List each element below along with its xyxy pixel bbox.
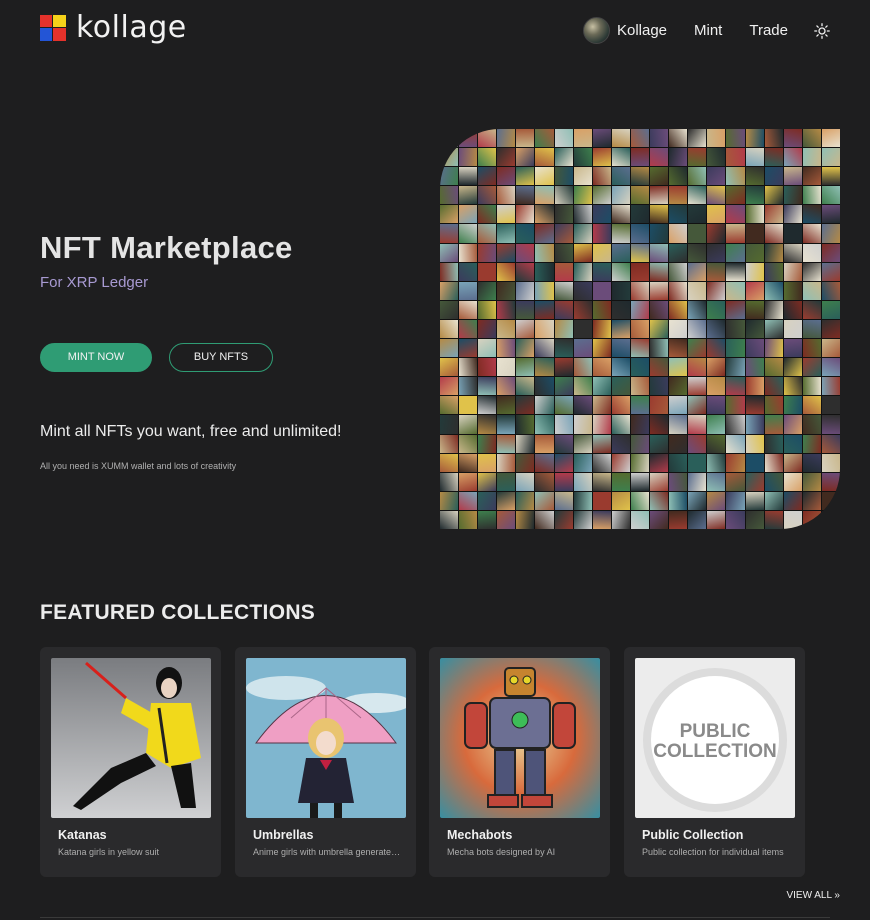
featured-collections-title: FEATURED COLLECTIONS — [40, 601, 316, 624]
collection-description: Anime girls with umbrella generated by A… — [253, 847, 403, 857]
nav-profile-link[interactable]: Kollage — [617, 22, 667, 39]
collection-title: Umbrellas — [253, 828, 314, 842]
collection-card-umbrellas[interactable]: Umbrellas Anime girls with umbrella gene… — [235, 647, 416, 877]
buy-nfts-button[interactable]: BUY NFTS — [169, 343, 273, 372]
public-badge-line1: PUBLIC — [680, 721, 751, 742]
nav-bar: Kollage Mint Trade — [582, 17, 830, 44]
view-all-link[interactable]: VIEW ALL » — [786, 890, 840, 901]
logo-mark-icon — [40, 15, 66, 41]
divider — [40, 917, 830, 918]
hero-tagline: Mint all NFTs you want, free and unlimit… — [40, 423, 342, 440]
collection-card-katanas[interactable]: Katanas Katana girls in yellow suit — [40, 647, 221, 877]
public-badge-line2: COLLECTION — [653, 741, 777, 762]
logo-text: kollage — [76, 10, 187, 45]
collection-title: Mechabots — [447, 828, 513, 842]
collection-title: Public Collection — [642, 828, 744, 842]
collection-description: Public collection for individual items — [642, 847, 784, 857]
umbrellas-image — [246, 658, 406, 818]
katanas-image — [51, 658, 211, 818]
collection-card-mechabots[interactable]: Mechabots Mecha bots designed by AI — [429, 647, 610, 877]
public-collection-image: PUBLIC COLLECTION — [635, 658, 795, 818]
avatar[interactable] — [582, 17, 610, 44]
nav-mint-link[interactable]: Mint — [694, 22, 722, 39]
hero-title: NFT Marketplace — [40, 230, 293, 265]
hero-subtitle: For XRP Ledger — [40, 274, 149, 291]
collection-title: Katanas — [58, 828, 107, 842]
sun-icon[interactable] — [814, 22, 830, 39]
collection-cards: Katanas Katana girls in yellow suit Umbr… — [40, 647, 830, 877]
logo[interactable]: kollage — [40, 12, 187, 44]
mint-now-button[interactable]: MINT NOW — [40, 343, 152, 372]
collection-card-public[interactable]: PUBLIC COLLECTION Public Collection Publ… — [624, 647, 805, 877]
mechabots-image — [440, 658, 600, 818]
header: kollage Kollage Mint Trade — [0, 0, 870, 60]
hero-note: All you need is XUMM wallet and lots of … — [40, 461, 237, 471]
nav-trade-link[interactable]: Trade — [749, 22, 788, 39]
nft-collage-image — [440, 129, 840, 529]
collection-description: Katana girls in yellow suit — [58, 847, 160, 857]
collection-description: Mecha bots designed by AI — [447, 847, 556, 857]
